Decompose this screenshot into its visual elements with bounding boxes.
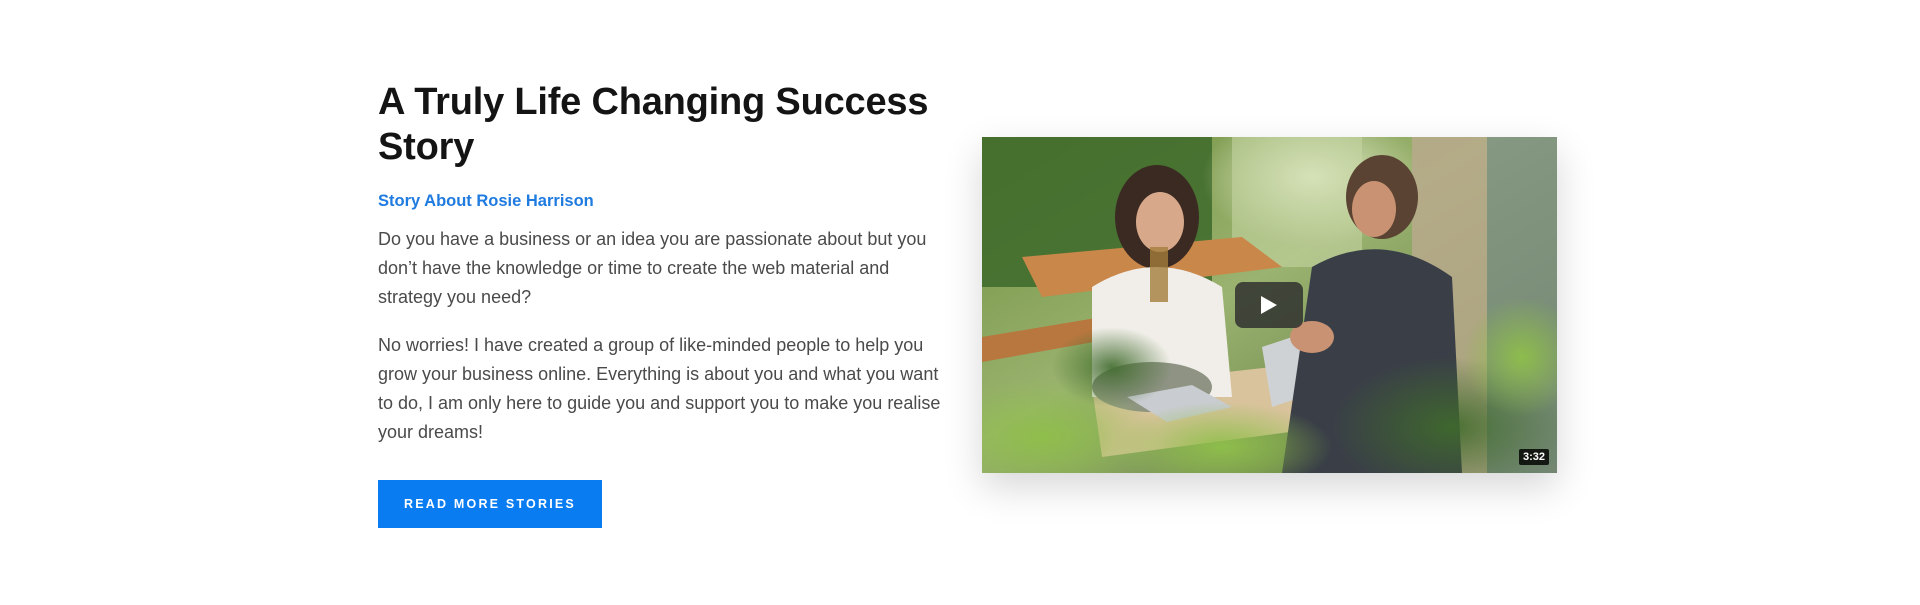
read-more-stories-button[interactable]: READ MORE STORIES (378, 480, 602, 528)
story-paragraph-1: Do you have a business or an idea you ar… (378, 229, 927, 307)
story-title: A Truly Life Changing Success Story (378, 81, 929, 168)
story-text-column: A Truly Life Changing Success Story Stor… (378, 80, 958, 528)
story-subtitle: Story About Rosie Harrison (378, 192, 594, 210)
video-player[interactable]: 3:32 (982, 137, 1557, 473)
video-duration-badge: 3:32 (1518, 449, 1549, 465)
play-button[interactable] (1235, 282, 1303, 328)
story-paragraph-2: No worries! I have created a group of li… (378, 335, 941, 442)
play-icon (1261, 296, 1277, 314)
success-story-section: A Truly Life Changing Success Story Stor… (0, 0, 1920, 605)
